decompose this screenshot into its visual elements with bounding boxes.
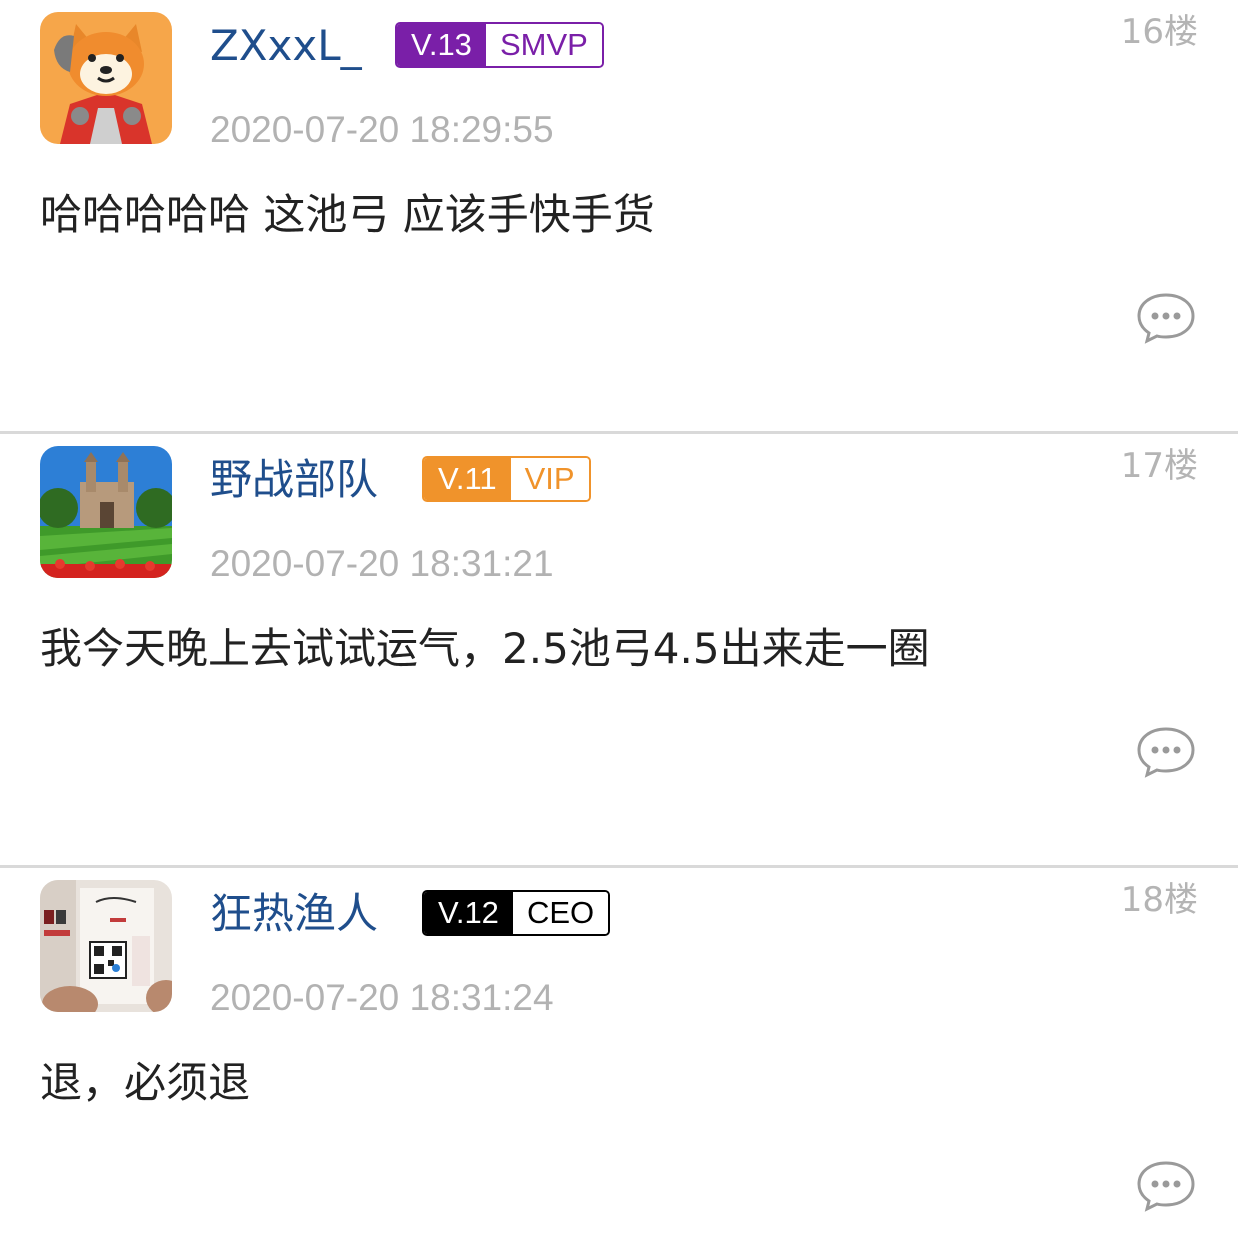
comment-text: 哈哈哈哈哈 这池弓 应该手快手货	[40, 190, 655, 239]
level-badge: V.11 VIP	[422, 456, 591, 502]
post-timestamp: 2020-07-20 18:29:55	[210, 109, 554, 150]
comment-text: 我今天晚上去试试运气，2.5池弓4.5出来走一圈	[40, 624, 930, 673]
post-timestamp: 2020-07-20 18:31:21	[210, 543, 554, 584]
level-label: V.12	[424, 892, 513, 934]
floor-number: 18楼	[1120, 880, 1198, 920]
level-label: V.11	[424, 458, 511, 500]
comment-post: ZXxxL_ V.13 SMVP 16楼 2020-07-20 18:29:55…	[0, 0, 1238, 434]
post-timestamp: 2020-07-20 18:31:24	[210, 977, 554, 1018]
floor-number: 16楼	[1120, 12, 1198, 52]
comment-bubble-icon[interactable]	[1136, 292, 1196, 344]
username[interactable]: ZXxxL_	[210, 20, 362, 72]
comment-post: 野战部队 V.11 VIP 17楼 2020-07-20 18:31:21 我今…	[0, 434, 1238, 868]
comment-bubble-icon[interactable]	[1136, 1160, 1196, 1212]
qr-code-poster-avatar	[40, 880, 172, 1012]
user-avatar[interactable]	[40, 880, 172, 1012]
role-label: CEO	[512, 892, 609, 934]
role-label: SMVP	[485, 24, 602, 66]
comment-post: 狂热渔人 V.12 CEO 18楼 2020-07-20 18:31:24 退，…	[0, 868, 1238, 1241]
comment-list: ZXxxL_ V.13 SMVP 16楼 2020-07-20 18:29:55…	[0, 0, 1238, 1241]
level-label: V.13	[397, 24, 486, 66]
comment-text: 退，必须退	[40, 1058, 251, 1107]
username[interactable]: 狂热渔人	[210, 888, 378, 940]
level-badge: V.12 CEO	[422, 890, 611, 936]
comment-bubble-icon[interactable]	[1136, 726, 1196, 778]
level-badge: V.13 SMVP	[395, 22, 604, 68]
shiba-dog-avatar	[40, 12, 172, 144]
campus-building-avatar	[40, 446, 172, 578]
floor-number: 17楼	[1120, 446, 1198, 486]
role-label: VIP	[510, 458, 589, 500]
user-avatar[interactable]	[40, 12, 172, 144]
user-avatar[interactable]	[40, 446, 172, 578]
username[interactable]: 野战部队	[210, 454, 378, 506]
